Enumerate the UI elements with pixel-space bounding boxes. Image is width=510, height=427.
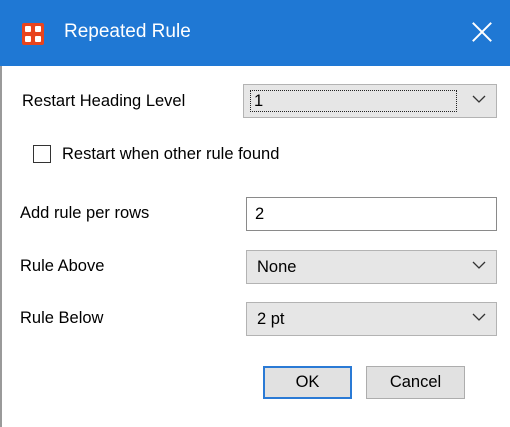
rule-above-select[interactable]: None — [246, 250, 497, 284]
rule-below-value: 2 pt — [257, 310, 285, 328]
rule-above-value: None — [257, 258, 297, 276]
restart-heading-level-value: 1 — [254, 92, 264, 110]
chevron-down-icon — [472, 261, 486, 269]
chevron-down-icon — [472, 95, 486, 103]
app-grid-icon — [22, 23, 44, 45]
title-bar: Repeated Rule — [0, 0, 510, 66]
focus-indicator — [250, 90, 457, 112]
add-rule-per-rows-input[interactable]: 2 — [246, 197, 497, 231]
chevron-down-icon — [472, 313, 486, 321]
ok-button[interactable]: OK — [263, 366, 352, 399]
cancel-button[interactable]: Cancel — [366, 366, 465, 399]
close-icon[interactable] — [464, 14, 500, 50]
restart-heading-level-label: Restart Heading Level — [22, 92, 186, 110]
restart-when-other-rule-label: Restart when other rule found — [62, 145, 280, 163]
rule-below-select[interactable]: 2 pt — [246, 302, 497, 336]
rule-below-label: Rule Below — [20, 309, 104, 327]
restart-when-other-rule-checkbox[interactable] — [33, 145, 51, 163]
window-border — [0, 66, 2, 427]
rule-above-label: Rule Above — [20, 257, 105, 275]
add-rule-per-rows-value: 2 — [255, 205, 265, 223]
window-title: Repeated Rule — [64, 21, 191, 42]
restart-heading-level-select[interactable]: 1 — [243, 84, 497, 118]
add-rule-per-rows-label: Add rule per rows — [20, 204, 150, 222]
